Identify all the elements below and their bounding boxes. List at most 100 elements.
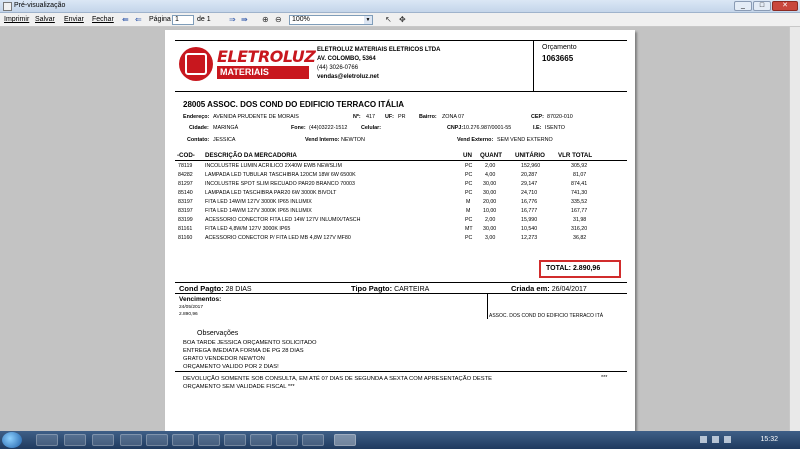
print-menu[interactable]: Imprimir: [4, 16, 29, 23]
taskbar-app-icon[interactable]: [276, 434, 298, 446]
city-label: Cidade:: [189, 125, 209, 131]
taskbar-app-icon[interactable]: [36, 434, 58, 446]
item-description: INCOLUSTRE LUMIN ACRILICO 2X40W EWB NEWS…: [205, 163, 342, 169]
table-row: 84282 LAMPADA LED TUBULAR TASCHIBRA 120C…: [175, 172, 627, 180]
total-value: 2.890,96: [572, 265, 601, 272]
due-date: 24/05/2017: [179, 305, 204, 310]
zoom-select[interactable]: 100% ▼: [289, 15, 373, 25]
taskbar-app-icon[interactable]: [198, 434, 220, 446]
tray-icon[interactable]: [712, 436, 719, 443]
item-quantity: 2,00: [485, 217, 496, 223]
item-unit-price: 24,710: [521, 190, 538, 196]
close-button[interactable]: ✕: [772, 1, 798, 11]
created-date: Criada em: 26/04/2017: [511, 284, 587, 293]
volume-icon[interactable]: [724, 436, 731, 443]
item-total: 305,92: [571, 163, 588, 169]
zoom-out-icon[interactable]: ⊖: [275, 15, 282, 25]
minimize-button[interactable]: _: [734, 1, 752, 11]
external-seller-label: Vend Externo:: [457, 137, 494, 143]
page-input[interactable]: 1: [172, 15, 194, 25]
last-page-icon[interactable]: ⇛: [241, 15, 248, 25]
item-unit-price: 152,960: [521, 163, 541, 169]
page-label: Página: [149, 16, 171, 23]
table-row: 83197 FITA LED 14W/M 127V 3000K IP65 INL…: [175, 208, 627, 216]
observation-line: GRATO VENDEDOR NEWTON: [183, 356, 265, 362]
payment-type: Tipo Pagto: CARTEIRA: [351, 284, 429, 293]
app-icon: [3, 2, 12, 11]
phone-label: Fone:: [291, 125, 306, 131]
report-page: ELETROLUZ MATERIAIS ELÉTRICOS ELETROLUZ …: [165, 30, 635, 431]
close-menu[interactable]: Fechar: [92, 16, 114, 23]
item-total: 81,07: [573, 172, 587, 178]
item-unit-price: 16,777: [521, 208, 538, 214]
item-quantity: 30,00: [483, 190, 497, 196]
window-controls: _ □ ✕: [734, 1, 798, 11]
footer-line-1: DEVOLUÇÃO SOMENTE SOB CONSULTA, EM ATÉ 0…: [183, 376, 493, 382]
total-label: TOTAL:: [546, 265, 572, 272]
company-street: AV. COLOMBO, 5364: [317, 56, 376, 62]
total-box: TOTAL: 2.890,96: [539, 260, 621, 278]
taskbar-app-icon[interactable]: [146, 434, 168, 446]
taskbar-app-icon[interactable]: [92, 434, 114, 446]
clock[interactable]: 15:32: [760, 436, 778, 443]
start-button[interactable]: [2, 432, 22, 448]
item-total: 316,20: [571, 226, 588, 232]
item-code: 83197: [178, 208, 193, 214]
maximize-button[interactable]: □: [753, 1, 771, 11]
address-value: AVENIDA PRUDENTE DE MORAIS: [213, 114, 299, 120]
due-dates: Vencimentos: 24/05/2017 2.890,96: [179, 296, 221, 317]
item-description: INCOLUSTRE SPOT SLIM RECUADO PAR20 BRANC…: [205, 181, 355, 187]
zoom-in-icon[interactable]: ⊕: [262, 15, 269, 25]
hand-icon[interactable]: ✥: [399, 15, 406, 25]
logo-badge-icon: [179, 47, 213, 81]
item-unit: PC: [465, 163, 473, 169]
taskbar-active-app-icon[interactable]: [334, 434, 356, 446]
item-total: 31,98: [573, 217, 587, 223]
col-unit: UN: [463, 152, 472, 159]
next-page-icon[interactable]: ⇒: [229, 15, 236, 25]
logo-word: ELETROLUZ: [217, 47, 316, 66]
first-page-icon[interactable]: ⇚: [122, 15, 129, 25]
taskbar-app-icon[interactable]: [64, 434, 86, 446]
item-unit: PC: [465, 181, 473, 187]
payment-divider-bottom: [175, 293, 627, 294]
taskbar-app-icon[interactable]: [172, 434, 194, 446]
district-label: Bairro:: [419, 114, 437, 120]
item-unit-price: 16,776: [521, 199, 538, 205]
contact-label: Contato:: [187, 137, 210, 143]
taskbar-app-icon[interactable]: [250, 434, 272, 446]
taskbar-app-icon[interactable]: [224, 434, 246, 446]
title-bar: Pré-visualização _ □ ✕: [0, 0, 800, 13]
item-unit-price: 29,147: [521, 181, 538, 187]
address-label: Endereço:: [183, 114, 210, 120]
vertical-scrollbar[interactable]: [789, 27, 800, 431]
item-quantity: 3,00: [485, 235, 496, 241]
item-description: LAMPADA LED TASCHIBRA PAR20 6W 3000K BIV…: [205, 190, 337, 196]
col-unit-price: UNITÁRIO: [515, 152, 545, 159]
window-title: Pré-visualização: [14, 2, 66, 9]
mobile-label: Celular:: [361, 125, 382, 131]
table-row: 83199 ACESSORIO CONECTOR FITA LED 14W 12…: [175, 217, 627, 225]
item-description: FITA LED 14W/M 127V 3000K IP65 INLUMIX: [205, 208, 312, 214]
prev-page-icon[interactable]: ⇐: [135, 15, 142, 25]
page-count: de 1: [197, 16, 211, 23]
taskbar: 15:32: [0, 431, 800, 449]
table-row: 83197 FITA LED 14W/M 127V 3000K IP65 INL…: [175, 199, 627, 207]
save-menu[interactable]: Salvar: [35, 16, 55, 23]
budget-label: Orçamento: [542, 44, 577, 51]
cursor-icon[interactable]: ↖: [385, 15, 392, 25]
chevron-down-icon: ▼: [364, 16, 372, 24]
cnpj-label: CNPJ:: [447, 125, 464, 131]
observation-line: ENTREGA IMEDIATA FORMA DE PG 28 DIAS: [183, 348, 304, 354]
send-menu[interactable]: Enviar: [64, 16, 84, 23]
item-unit-price: 10,540: [521, 226, 538, 232]
table-row: 78119 INCOLUSTRE LUMIN ACRILICO 2X40W EW…: [175, 163, 627, 171]
taskbar-app-icon[interactable]: [120, 434, 142, 446]
payment-type-value: CARTEIRA: [394, 286, 430, 293]
tray-icon[interactable]: [700, 436, 707, 443]
table-row: 81160 ACESSORIO CONECTOR P/ FITA LED MB …: [175, 235, 627, 243]
table-row: 85140 LAMPADA LED TASCHIBRA PAR20 6W 300…: [175, 190, 627, 198]
footer-divider: [175, 371, 627, 372]
item-unit: M: [466, 199, 471, 205]
taskbar-app-icon[interactable]: [302, 434, 324, 446]
